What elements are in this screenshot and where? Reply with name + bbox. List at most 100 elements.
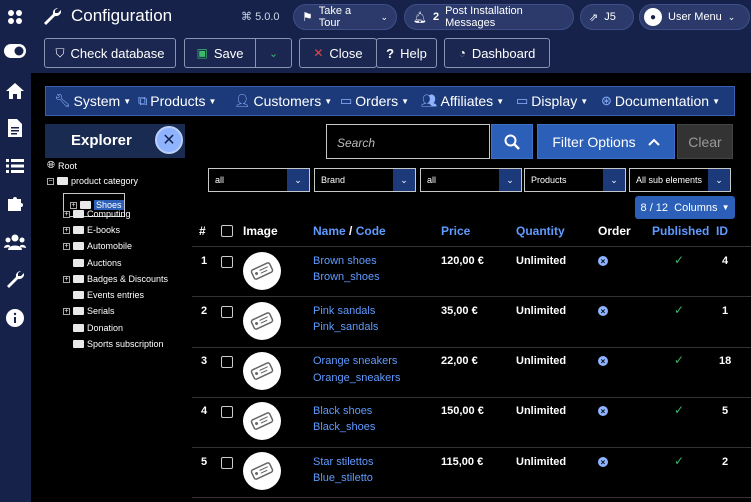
save-dropdown-toggle[interactable]: ⌄ xyxy=(255,38,292,68)
home-icon[interactable] xyxy=(4,80,26,102)
tree-node-serials[interactable]: + Serials xyxy=(63,306,115,316)
product-code-link[interactable]: Blue_stiletto xyxy=(313,472,373,484)
product-thumbnail[interactable] xyxy=(243,252,281,290)
tree-node-badges-discounts[interactable]: + Badges & Discounts xyxy=(63,274,168,284)
order-x-icon[interactable]: × xyxy=(598,306,608,316)
dashboard-gauge-icon: ◔ xyxy=(458,46,466,60)
tree-node-computing[interactable]: + Computing xyxy=(63,209,131,219)
product-thumbnail[interactable] xyxy=(243,402,281,440)
product-thumbnail[interactable] xyxy=(243,352,281,390)
row-checkbox[interactable] xyxy=(221,256,233,268)
info-icon[interactable] xyxy=(4,307,26,329)
close-button[interactable]: ✕ Close xyxy=(299,38,377,68)
dashboard-button[interactable]: ◔ Dashboard xyxy=(444,38,550,68)
close-explorer-icon[interactable]: ✕ xyxy=(155,126,183,154)
menu-system[interactable]: 🔧︎ System ▼ xyxy=(54,93,131,109)
list-icon[interactable] xyxy=(4,155,26,177)
content-file-icon[interactable] xyxy=(4,117,26,139)
expand-icon[interactable]: + xyxy=(63,210,70,218)
product-name-link[interactable]: Orange sneakers xyxy=(313,355,397,367)
published-check-icon[interactable]: ✓ xyxy=(674,353,684,367)
chevron-down-icon: ⌄ xyxy=(287,169,309,191)
tree-root[interactable]: 🌐︎ Root xyxy=(47,160,77,171)
product-name-link[interactable]: Brown shoes xyxy=(313,255,377,267)
expand-icon[interactable]: + xyxy=(63,275,70,283)
menu-orders[interactable]: ▭ Orders ▼ xyxy=(340,93,409,109)
filter-options-button[interactable]: Filter Options xyxy=(537,124,675,159)
tree-node-product-category[interactable]: − product category xyxy=(47,176,138,186)
order-x-icon[interactable]: × xyxy=(598,457,608,467)
wrench-system-icon[interactable] xyxy=(4,268,26,290)
filter-select-3[interactable]: all ⌄ xyxy=(420,168,522,192)
row-checkbox[interactable] xyxy=(221,457,233,469)
product-quantity: Unlimited xyxy=(516,355,567,367)
row-checkbox[interactable] xyxy=(221,406,233,418)
collapse-icon[interactable]: − xyxy=(47,177,54,185)
filter-select-products[interactable]: Products ⌄ xyxy=(524,168,626,192)
tree-node-ebooks[interactable]: + E-books xyxy=(63,225,120,235)
tree-node-sports-subscription[interactable]: Sports subscription xyxy=(73,339,164,349)
expand-icon[interactable]: + xyxy=(63,307,70,315)
order-x-icon[interactable]: × xyxy=(598,356,608,366)
tree-node-auctions[interactable]: Auctions xyxy=(73,258,122,268)
menu-display[interactable]: ▭ Display ▼ xyxy=(516,93,588,109)
published-check-icon[interactable]: ✓ xyxy=(674,403,684,417)
row-checkbox[interactable] xyxy=(221,306,233,318)
published-check-icon[interactable]: ✓ xyxy=(674,253,684,267)
help-button[interactable]: ? Help xyxy=(376,38,437,68)
order-x-icon[interactable]: × xyxy=(598,406,608,416)
columns-toggle-button[interactable]: 8 / 12 Columns ▼ xyxy=(635,196,735,219)
filter-select-brand[interactable]: Brand ⌄ xyxy=(314,168,416,192)
joomla-logo-icon[interactable] xyxy=(4,6,26,28)
expand-icon[interactable]: + xyxy=(70,201,77,209)
product-name-link[interactable]: Black shoes xyxy=(313,405,372,417)
col-header-id[interactable]: ID xyxy=(716,224,728,238)
check-database-button[interactable]: ⛉ Check database xyxy=(44,38,176,68)
published-check-icon[interactable]: ✓ xyxy=(674,303,684,317)
site-link-button[interactable]: ⇗ J5 xyxy=(580,4,634,30)
clear-button[interactable]: Clear xyxy=(677,124,733,159)
tree-node-events-entries[interactable]: Events entries xyxy=(73,290,144,300)
col-header-published[interactable]: Published xyxy=(652,224,709,238)
take-tour-button[interactable]: ⚑ Take a Tour ⌄ xyxy=(293,4,397,30)
expand-icon[interactable]: + xyxy=(63,226,70,234)
menu-customers[interactable]: 👤︎ Customers ▼ xyxy=(234,93,332,109)
product-code-link[interactable]: Orange_sneakers xyxy=(313,372,400,384)
menu-affiliates[interactable]: 👥︎ Affiliates ▼ xyxy=(421,93,504,109)
search-button[interactable] xyxy=(491,124,533,159)
user-menu-button[interactable]: ● User Menu ⌄ xyxy=(639,4,750,30)
search-input[interactable]: Search xyxy=(326,124,490,159)
product-code-link[interactable]: Pink_sandals xyxy=(313,321,378,333)
order-x-icon[interactable]: × xyxy=(598,256,608,266)
product-code-link[interactable]: Brown_shoes xyxy=(313,271,380,283)
price-tag-icon xyxy=(250,312,274,330)
expand-icon[interactable]: + xyxy=(63,242,70,250)
published-check-icon[interactable]: ✓ xyxy=(674,454,684,468)
menu-documentation[interactable]: ⊛ Documentation ▼ xyxy=(601,93,720,109)
toggle-menu-icon[interactable] xyxy=(4,40,26,62)
product-name-link[interactable]: Star stilettos xyxy=(313,456,374,468)
product-thumbnail[interactable] xyxy=(243,452,281,490)
puzzle-extensions-icon[interactable] xyxy=(4,193,26,215)
users-icon[interactable] xyxy=(4,231,26,253)
post-installation-messages-button[interactable]: 🔔︎ 2 Post Installation Messages xyxy=(404,4,574,30)
select-all-checkbox[interactable] xyxy=(221,225,233,237)
col-header-order: Order xyxy=(598,224,631,238)
product-id: 4 xyxy=(722,255,729,267)
col-header-price[interactable]: Price xyxy=(441,224,470,238)
col-header-name[interactable]: Name xyxy=(313,224,346,238)
caret-down-icon: ▼ xyxy=(401,96,410,106)
col-header-code[interactable]: Code xyxy=(356,224,386,238)
product-code-link[interactable]: Black_shoes xyxy=(313,421,375,433)
filter-select-1[interactable]: all ⌄ xyxy=(208,168,310,192)
product-name-link[interactable]: Pink sandals xyxy=(313,305,375,317)
product-thumbnail[interactable] xyxy=(243,302,281,340)
menu-products[interactable]: ⧉ Products ▼ xyxy=(138,93,216,109)
filter-select-sub-elements[interactable]: All sub elements ⌄ xyxy=(629,168,731,192)
tree-node-automobile[interactable]: + Automobile xyxy=(63,241,132,251)
tree-node-donation[interactable]: Donation xyxy=(73,323,123,333)
save-button[interactable]: ▣ Save xyxy=(184,38,256,68)
user-menu-label: User Menu xyxy=(668,11,722,23)
col-header-quantity[interactable]: Quantity xyxy=(516,224,565,238)
row-checkbox[interactable] xyxy=(221,356,233,368)
